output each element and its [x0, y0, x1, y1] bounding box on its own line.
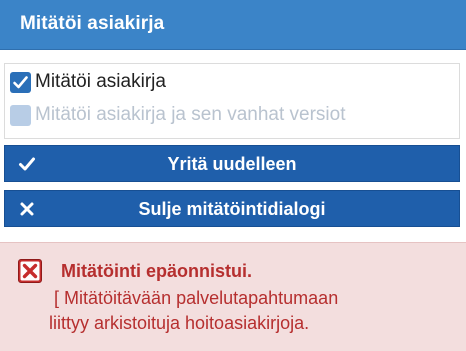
option-cancel-document[interactable]: Mitätöi asiakirja — [10, 71, 166, 93]
cancel-document-dialog: Mitätöi asiakirja Mitätöi asiakirja Mitä… — [0, 0, 466, 351]
option-cancel-with-versions-label: Mitätöi asiakirja ja sen vanhat versiot — [35, 104, 346, 125]
close-cancel-dialog-button[interactable]: Sulje mitätöintidialogi — [4, 190, 460, 227]
cancel-options-panel: Mitätöi asiakirja Mitätöi asiakirja ja s… — [4, 63, 460, 139]
error-alert: Mitätöinti epäonnistui. [ Mitätöitävään … — [0, 242, 466, 351]
checkbox-disabled-icon — [10, 104, 31, 126]
error-heading: Mitätöinti epäonnistui. — [61, 261, 252, 281]
close-cancel-dialog-label: Sulje mitätöintidialogi — [138, 199, 326, 219]
error-x-icon — [18, 259, 42, 283]
option-cancel-with-versions: Mitätöi asiakirja ja sen vanhat versiot — [10, 104, 345, 126]
retry-button-label: Yritä uudelleen — [167, 154, 297, 174]
checkbox-checked-icon[interactable] — [10, 71, 31, 93]
error-message: [ Mitätöitävään palvelutapahtumaan liitt… — [49, 288, 339, 333]
option-cancel-document-label: Mitätöi asiakirja — [35, 71, 166, 92]
dialog-title: Mitätöi asiakirja — [20, 13, 165, 34]
dialog-titlebar: Mitätöi asiakirja — [0, 0, 466, 50]
retry-button[interactable]: Yritä uudelleen — [4, 145, 460, 182]
